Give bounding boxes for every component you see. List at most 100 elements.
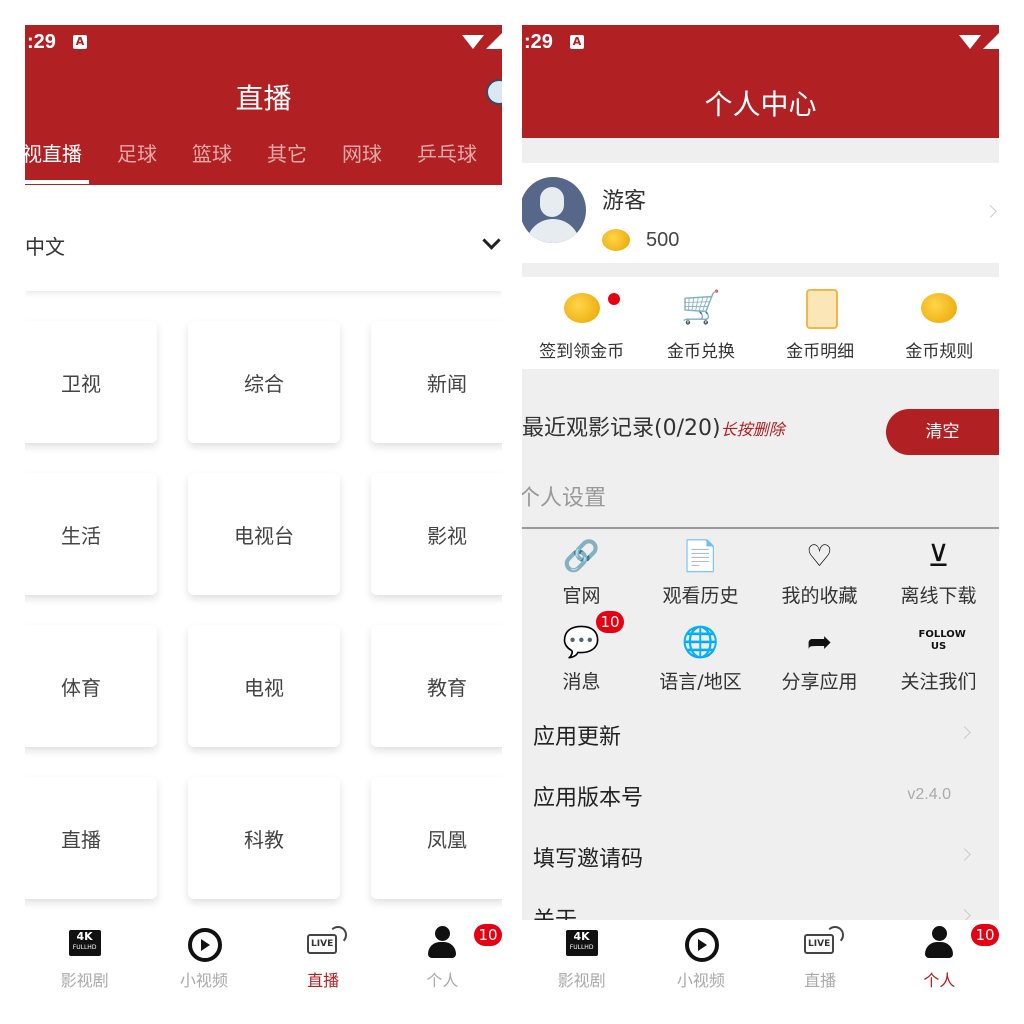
coin-exchange-button[interactable]: 🛒 金币兑换 <box>641 277 760 369</box>
coin-icon <box>602 229 630 251</box>
coin-rules-button[interactable]: 金币规则 <box>880 277 999 369</box>
nav-label: 个人 <box>426 971 459 990</box>
status-time: :29 <box>27 31 56 53</box>
tab-tv-live[interactable]: 视直播 <box>25 138 82 167</box>
bottom-nav: 4K FULLHD 影视剧 小视频 LIVE 直播 10 个人 <box>25 920 502 1002</box>
page-title: 个人中心 <box>704 88 817 121</box>
action-label: 签到领金币 <box>539 342 625 362</box>
follow-us-button[interactable]: FOLLOW US 关注我们 <box>879 623 998 694</box>
category-card[interactable]: 教育 <box>371 625 502 747</box>
watch-history-button[interactable]: 📄 观看历史 <box>641 537 760 608</box>
action-label: 金币明细 <box>786 342 855 362</box>
nav-dramas[interactable]: 4K FULLHD 影视剧 <box>522 920 641 1002</box>
tab-other[interactable]: 其它 <box>267 138 307 167</box>
category-card[interactable]: 直播 <box>25 777 157 899</box>
coins-icon <box>560 287 604 327</box>
live-screen: :29 A 直播 视直播 足球 篮球 其它 网球 乒乓球 中文 卫视 综合 新闻… <box>25 25 502 1002</box>
notification-icon: A <box>570 35 584 49</box>
red-dot <box>608 293 620 305</box>
4k-fullhd-icon: 4K FULLHD <box>68 930 101 956</box>
category-card[interactable]: 体育 <box>25 625 157 747</box>
coin-details-button[interactable]: 金币明细 <box>761 277 880 369</box>
status-bar: :29 A <box>25 25 502 63</box>
nav-profile[interactable]: 10 个人 <box>880 920 999 1002</box>
user-icon <box>925 926 954 960</box>
language-region-button[interactable]: 🌐 语言/地区 <box>641 623 760 694</box>
follow-us-icon: FOLLOW US <box>918 629 966 652</box>
website-button[interactable]: 🔗 官网 <box>522 537 641 608</box>
tab-basketball[interactable]: 篮球 <box>192 138 232 167</box>
avatar <box>522 177 586 243</box>
category-card[interactable]: 科教 <box>188 777 340 899</box>
nav-label: 影视剧 <box>60 971 109 990</box>
header: :29 A 个人中心 <box>522 25 999 138</box>
nav-label: 小视频 <box>676 971 725 990</box>
category-card[interactable]: 电视 <box>188 625 340 747</box>
play-icon <box>187 928 222 962</box>
settings-list: 应用更新 应用版本号 v2.4.0 填写邀请码 关于 <box>522 705 999 949</box>
nav-live[interactable]: LIVE 直播 <box>264 920 383 1002</box>
tab-tennis[interactable]: 网球 <box>342 138 382 167</box>
app-update-row[interactable]: 应用更新 <box>522 705 999 766</box>
invite-code-row[interactable]: 填写邀请码 <box>522 827 999 888</box>
status-bar: :29 A <box>522 25 999 63</box>
clear-history-button[interactable]: 清空 <box>886 409 999 455</box>
profile-card[interactable]: 游客 500 <box>522 163 999 263</box>
action-label: 金币兑换 <box>666 342 735 362</box>
nav-short-video[interactable]: 小视频 <box>144 920 263 1002</box>
wifi-icon <box>462 35 484 49</box>
coin-actions: 签到领金币 🛒 金币兑换 金币明细 金币规则 <box>522 277 999 369</box>
category-card[interactable]: 综合 <box>188 321 340 443</box>
category-card[interactable]: 影视 <box>371 473 502 595</box>
category-card[interactable]: 新闻 <box>371 321 502 443</box>
nav-label: 影视剧 <box>557 971 606 990</box>
notification-icon: A <box>73 35 87 49</box>
chevron-right-icon <box>984 205 997 218</box>
chevron-down-icon <box>482 231 501 250</box>
profile-screen: :29 A 个人中心 游客 500 签到领金币 🛒 金币兑换 金币明细 金币规则 <box>522 25 999 1002</box>
language-value: 中文 <box>25 235 65 259</box>
wifi-icon <box>959 35 981 49</box>
favorites-button[interactable]: ♡ 我的收藏 <box>760 537 879 608</box>
message-icon: 💬 <box>562 625 601 660</box>
play-icon <box>684 928 719 962</box>
coin-balance: 500 <box>646 229 680 251</box>
header: :29 A 直播 视直播 足球 篮球 其它 网球 乒乓球 <box>25 25 502 185</box>
category-card[interactable]: 生活 <box>25 473 157 595</box>
message-badge: 10 <box>596 611 624 633</box>
nav-short-video[interactable]: 小视频 <box>641 920 760 1002</box>
category-card[interactable]: 凤凰 <box>371 777 502 899</box>
chevron-right-icon <box>958 726 971 739</box>
nav-dramas[interactable]: 4K FULLHD 影视剧 <box>25 920 144 1002</box>
tab-football[interactable]: 足球 <box>117 138 157 167</box>
4k-fullhd-icon: 4K FULLHD <box>565 930 598 956</box>
language-select[interactable]: 中文 <box>25 198 502 291</box>
category-card[interactable]: 电视台 <box>188 473 340 595</box>
tab-table-tennis[interactable]: 乒乓球 <box>417 138 477 167</box>
heart-icon: ♡ <box>806 539 833 574</box>
signal-icon <box>983 33 999 49</box>
signal-icon <box>486 33 502 49</box>
clipboard-icon <box>798 287 842 329</box>
coins-icon <box>917 287 961 327</box>
category-card[interactable]: 卫视 <box>25 321 157 443</box>
nav-live[interactable]: LIVE 直播 <box>761 920 880 1002</box>
version-value: v2.4.0 <box>907 786 951 803</box>
action-label: 金币规则 <box>905 342 974 362</box>
chevron-right-icon <box>958 848 971 861</box>
checkin-coins-button[interactable]: 签到领金币 <box>522 277 641 369</box>
bottom-nav: 4K FULLHD 影视剧 小视频 LIVE 直播 10 个人 <box>522 920 999 1002</box>
nav-label: 小视频 <box>179 971 228 990</box>
live-icon: LIVE <box>307 926 348 954</box>
shopping-cart-icon: 🛒 <box>680 288 721 326</box>
long-press-hint: 长按删除 <box>720 420 785 439</box>
nav-label: 直播 <box>307 971 340 990</box>
offline-download-button[interactable]: ⊻ 离线下载 <box>879 537 998 608</box>
app-version-row: 应用版本号 v2.4.0 <box>533 786 951 811</box>
messages-button[interactable]: 💬 10 消息 <box>522 611 641 694</box>
download-icon: ⊻ <box>927 539 950 574</box>
nav-profile[interactable]: 10 个人 <box>383 920 502 1002</box>
share-app-button[interactable]: ➦ 分享应用 <box>760 623 879 694</box>
nav-label: 个人 <box>923 971 956 990</box>
status-time: :29 <box>524 31 553 53</box>
